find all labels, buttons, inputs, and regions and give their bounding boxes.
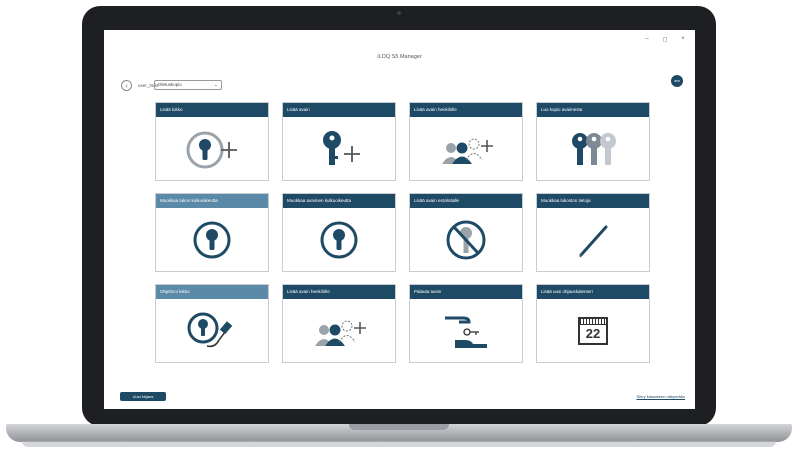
tile-program-lock[interactable]: Ohjelmoi lukko <box>155 284 269 363</box>
tile-label: Lisää uusi ohjauskalenteri <box>537 285 649 299</box>
lock-icon <box>156 208 268 271</box>
lock-usb-icon <box>156 299 268 362</box>
close-button[interactable]: × <box>679 36 687 43</box>
tile-edit-lock-access[interactable]: Muokkaa lukon kulkuoikeutta <box>155 193 269 272</box>
tile-label: Muokkaa lukon kulkuoikeutta <box>156 194 268 208</box>
tile-label: Muokkaa avaimen kulkuoikeutta <box>283 194 395 208</box>
select-value: Oletuskopio <box>158 82 182 87</box>
tile-label: Luo kopio avaimesta <box>537 103 649 117</box>
tile-label: Muokkaa lukoston tietoja <box>537 194 649 208</box>
tile-add-key[interactable]: Lisää avain <box>282 102 396 181</box>
lock-icon <box>283 208 395 271</box>
tile-add-key-person-2[interactable]: Lisää avain henkilölle <box>282 284 396 363</box>
tile-block-key[interactable]: Lisää avain estolistalle <box>409 193 523 272</box>
laptop-notch <box>349 424 449 430</box>
copy-select[interactable]: Oletuskopio ⌄ <box>154 80 222 90</box>
tile-label: Lisää avain <box>283 103 395 117</box>
tile-edit-system[interactable]: Muokkaa lukoston tietoja <box>536 193 650 272</box>
camera <box>397 11 401 15</box>
three-keys-icon <box>537 117 649 180</box>
persons-plus-icon <box>410 117 522 180</box>
laptop-shadow <box>22 441 776 447</box>
tile-label: Lisää lukko <box>156 103 268 117</box>
tile-edit-key-access[interactable]: Muokkaa avaimen kulkuoikeutta <box>282 193 396 272</box>
calendar-icon: 22 <box>537 299 649 362</box>
tile-label: Lisää avain henkilölle <box>283 285 395 299</box>
minimize-button[interactable]: – <box>643 36 651 43</box>
back-button[interactable]: ‹ <box>121 80 132 91</box>
classic-view-link[interactable]: Siirry klassiseen näkymään <box>637 394 685 399</box>
key-plus-icon <box>283 117 395 180</box>
lock-plus-icon <box>156 117 268 180</box>
avatar[interactable]: am <box>671 75 683 87</box>
tile-add-lock[interactable]: Lisää lukko <box>155 102 269 181</box>
new-entry-button[interactable]: Uusi kirjaus <box>120 392 166 401</box>
tile-label: Palauta avain <box>410 285 522 299</box>
tile-return-key[interactable]: Palauta avain <box>409 284 523 363</box>
tile-copy-key[interactable]: Luo kopio avaimesta <box>536 102 650 181</box>
app-title: iLOQ S5 Manager <box>377 54 422 60</box>
tile-add-key-person[interactable]: Lisää avain henkilölle <box>409 102 523 181</box>
chevron-left-icon: ‹ <box>125 83 128 90</box>
tile-label: Lisää avain henkilölle <box>410 103 522 117</box>
window-controls: – ◻ × <box>643 36 687 43</box>
app-screen: – ◻ × iLOQ S5 Manager ‹ user_3rd4 Oletus… <box>104 30 695 409</box>
chevron-down-icon: ⌄ <box>213 82 218 88</box>
hand-key-icon <box>410 299 522 362</box>
calendar-rings <box>580 318 606 325</box>
tile-label: Lisää avain estolistalle <box>410 194 522 208</box>
tile-label: Ohjelmoi lukko <box>156 285 268 299</box>
persons-plus-icon <box>283 299 395 362</box>
tile-add-calendar[interactable]: Lisää uusi ohjauskalenteri 22 <box>536 284 650 363</box>
action-grid: Lisää lukko Lisää avain Lisää avain henk… <box>155 102 650 363</box>
calendar-day: 22 <box>585 325 601 341</box>
pen-icon <box>537 208 649 271</box>
maximize-button[interactable]: ◻ <box>661 36 669 43</box>
key-blocked-icon <box>410 208 522 271</box>
